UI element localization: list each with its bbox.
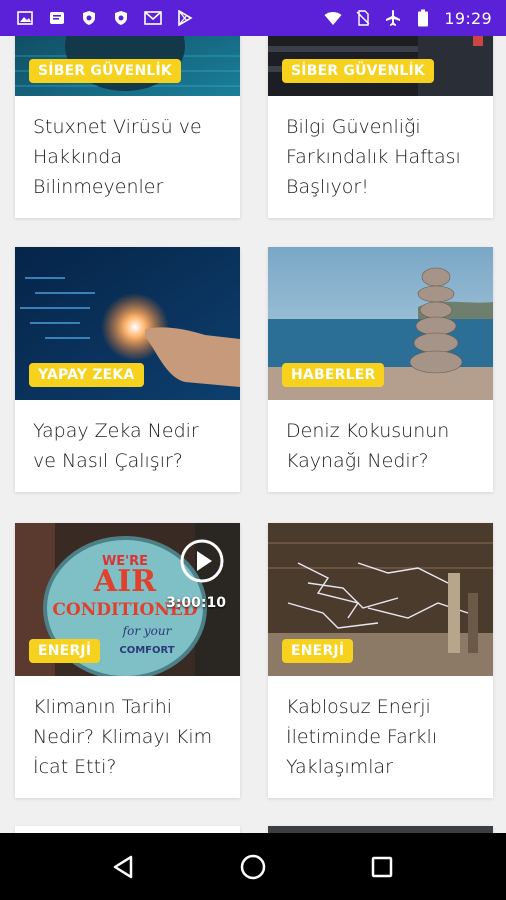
message-icon — [48, 9, 66, 27]
article-thumbnail[interactable]: YAPAY ZEKA — [15, 247, 240, 400]
recents-button[interactable] — [362, 847, 402, 887]
article-card[interactable]: WE'RE AIR CONDITIONED for your COMFORT 3… — [15, 523, 240, 798]
home-button[interactable] — [233, 847, 273, 887]
category-badge[interactable]: SİBER GÜVENLİK — [29, 59, 181, 83]
article-title[interactable]: Klimanın Tarihi Nedir? Klimayı Kim İcat … — [15, 676, 240, 798]
wifi-icon — [324, 9, 342, 27]
article-card[interactable] — [15, 826, 240, 833]
video-duration: 3:00:10 — [166, 595, 226, 611]
article-title[interactable]: Deniz Kokusunun Kaynağı Nedir? — [268, 400, 493, 492]
back-button[interactable] — [104, 847, 144, 887]
category-badge[interactable]: ENERJİ — [282, 639, 354, 663]
battery-icon — [414, 9, 432, 27]
category-badge[interactable]: YAPAY ZEKA — [29, 363, 144, 387]
image-text: COMFORT — [119, 645, 174, 656]
recents-icon — [371, 856, 392, 877]
article-thumbnail[interactable]: SİBER GÜVENLİK — [15, 36, 240, 96]
article-grid[interactable]: SİBER GÜVENLİK Stuxnet Virüsü ve Hakkınd… — [0, 36, 506, 833]
article-card[interactable]: YAPAY ZEKA Yapay Zeka Nedir ve Nasıl Çal… — [15, 247, 240, 492]
image-text: AIR — [93, 564, 157, 599]
navigation-bar — [0, 833, 506, 900]
article-thumbnail[interactable]: ENERJİ — [268, 523, 493, 676]
category-badge[interactable]: ENERJİ — [29, 639, 101, 663]
article-card[interactable]: ENERJİ Kablosuz Enerji İletiminde Farklı… — [268, 523, 493, 798]
article-thumbnail[interactable]: SİBER GÜVENLİK — [268, 36, 493, 96]
shield-icon — [112, 9, 130, 27]
shield-icon — [80, 9, 98, 27]
article-title[interactable]: Stuxnet Virüsü ve Hakkında Bilinmeyenler — [15, 96, 240, 218]
article-title[interactable]: Kablosuz Enerji İletiminde Farklı Yaklaş… — [268, 676, 493, 798]
clock: 19:29 — [444, 8, 492, 28]
home-icon — [240, 854, 266, 879]
category-badge[interactable]: SİBER GÜVENLİK — [282, 59, 434, 83]
article-card[interactable]: SİBER GÜVENLİK Stuxnet Virüsü ve Hakkınd… — [15, 36, 240, 218]
article-card[interactable]: HABERLER Deniz Kokusunun Kaynağı Nedir? — [268, 247, 493, 492]
play-store-icon — [176, 9, 194, 27]
article-card[interactable]: SİBER GÜVENLİK Bilgi Güvenliği Farkındal… — [268, 36, 493, 218]
mail-icon — [144, 9, 162, 27]
back-icon — [114, 855, 133, 878]
play-icon[interactable] — [180, 539, 224, 583]
no-sim-icon — [354, 9, 372, 27]
article-title[interactable]: Yapay Zeka Nedir ve Nasıl Çalışır? — [15, 400, 240, 492]
article-title[interactable]: Bilgi Güvenliği Farkındalık Haftası Başl… — [268, 96, 493, 218]
status-bar: 19:29 — [0, 0, 506, 36]
gallery-icon — [16, 9, 34, 27]
article-card[interactable] — [268, 826, 493, 833]
image-text: for your — [122, 624, 173, 638]
airplane-icon — [384, 9, 402, 27]
category-badge[interactable]: HABERLER — [282, 363, 385, 387]
article-thumbnail[interactable]: HABERLER — [268, 247, 493, 400]
article-thumbnail[interactable]: WE'RE AIR CONDITIONED for your COMFORT 3… — [15, 523, 240, 676]
